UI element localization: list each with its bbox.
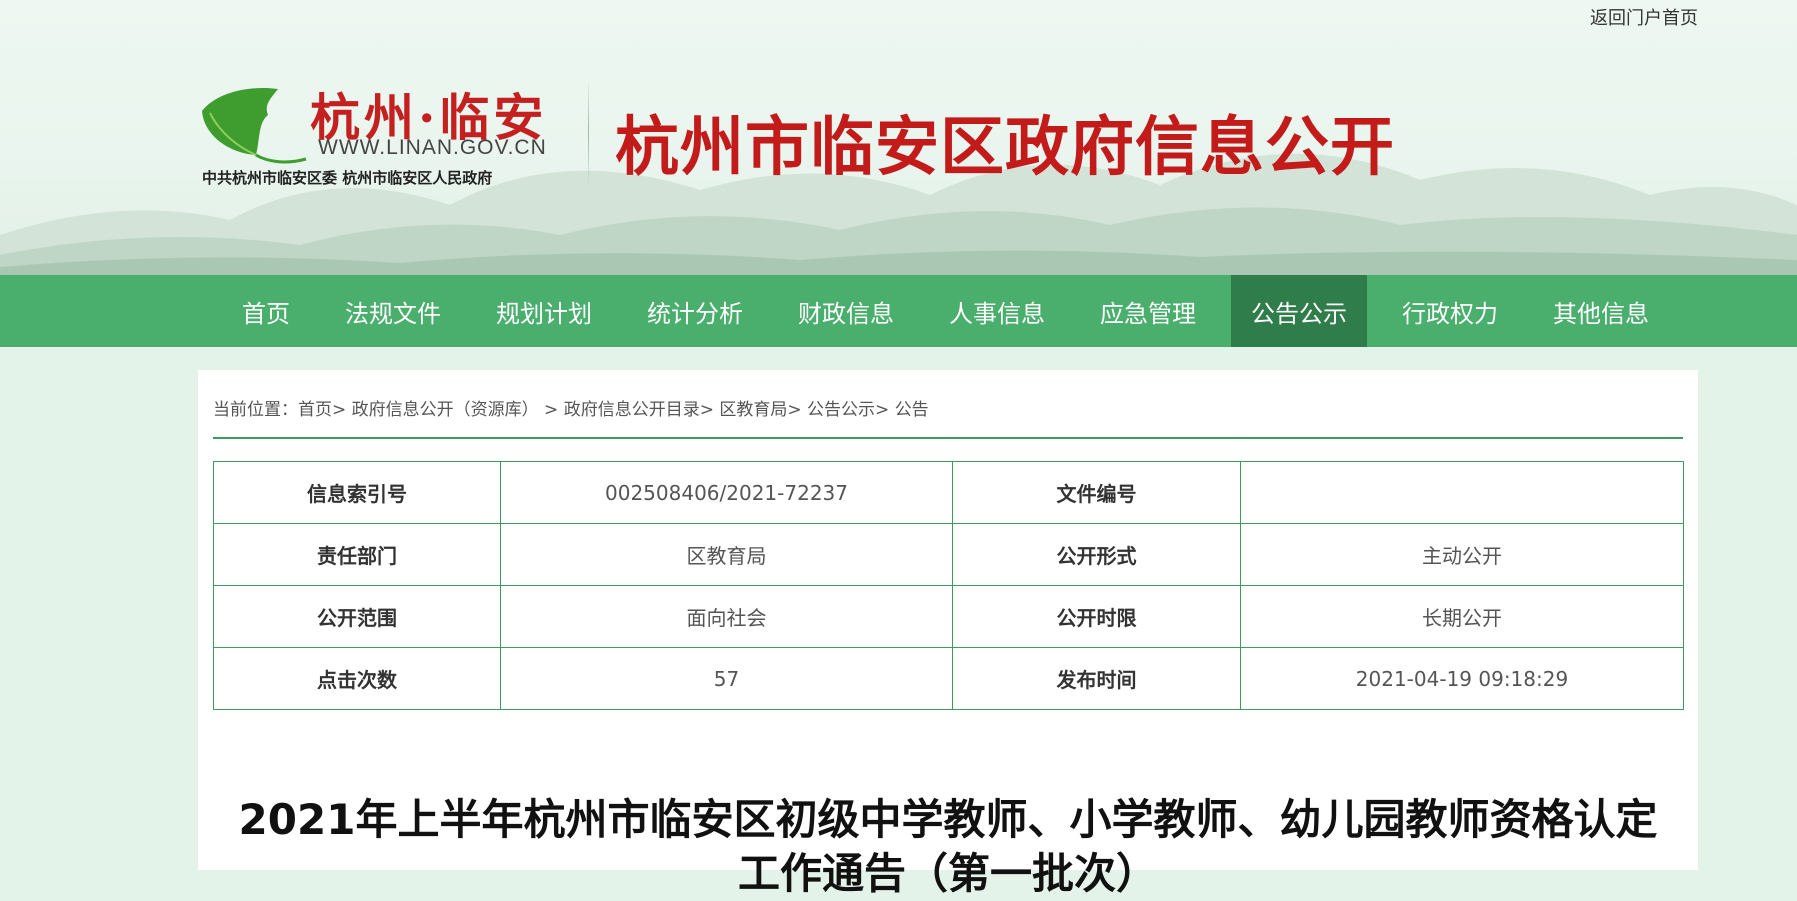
- breadcrumb-notice[interactable]: 公告: [895, 400, 929, 420]
- breadcrumb-announcements[interactable]: 公告公示: [807, 400, 875, 420]
- meta-key: 责任部门: [213, 523, 501, 586]
- meta-key: 公开形式: [952, 523, 1241, 586]
- document-title-line-2: 工作通告（第一批次）: [737, 849, 1158, 899]
- breadcrumb: 当前位置：首页> 政府信息公开（资源库） > 政府信息公开目录> 区教育局> 公…: [213, 400, 929, 420]
- meta-value: 长期公开: [1240, 585, 1684, 648]
- meta-key: 公开时限: [952, 585, 1241, 648]
- document-title-line-1: 2021年上半年杭州市临安区初级中学教师、小学教师、幼儿园教师资格认定: [238, 795, 1658, 845]
- breadcrumb-disclosure-catalog[interactable]: 政府信息公开目录: [564, 400, 700, 420]
- nav-item-announcements[interactable]: 公告公示: [1231, 275, 1367, 347]
- meta-value: 面向社会: [500, 585, 953, 648]
- nav-item-personnel[interactable]: 人事信息: [929, 275, 1065, 347]
- logo-url-text: WWW.LINAN.GOV.CN: [318, 136, 547, 159]
- meta-key: 公开范围: [213, 585, 501, 648]
- site-logo[interactable]: 杭州·临安 WWW.LINAN.GOV.CN 中共杭州市临安区委 杭州市临安区人…: [198, 78, 578, 193]
- logo-divider: [588, 78, 589, 188]
- logo-organizations: 中共杭州市临安区委 杭州市临安区人民政府: [202, 169, 493, 187]
- meta-value: 主动公开: [1240, 523, 1684, 586]
- breadcrumb-home[interactable]: 首页: [298, 400, 332, 420]
- table-row: 信息索引号 002508406/2021-72237 文件编号: [213, 461, 1684, 524]
- site-title: 杭州市临安区政府信息公开: [615, 110, 1395, 185]
- nav-item-other-info[interactable]: 其他信息: [1533, 275, 1669, 347]
- meta-key: 发布时间: [952, 647, 1241, 710]
- nav-item-regulations[interactable]: 法规文件: [325, 275, 461, 347]
- breadcrumb-prefix: 当前位置：: [213, 400, 298, 420]
- meta-value: [1240, 461, 1684, 524]
- content-panel: 当前位置：首页> 政府信息公开（资源库） > 政府信息公开目录> 区教育局> 公…: [198, 370, 1698, 898]
- table-row: 点击次数 57 发布时间 2021-04-19 09:18:29: [213, 647, 1684, 710]
- return-portal-home-link[interactable]: 返回门户首页: [1590, 4, 1698, 30]
- ginkgo-leaf-icon: [202, 87, 307, 164]
- table-row: 责任部门 区教育局 公开形式 主动公开: [213, 523, 1684, 586]
- meta-key: 点击次数: [213, 647, 501, 710]
- nav-item-statistics[interactable]: 统计分析: [627, 275, 763, 347]
- meta-value: 57: [500, 647, 953, 710]
- breadcrumb-info-disclosure[interactable]: 政府信息公开（资源库）: [352, 400, 539, 420]
- meta-value: 区教育局: [500, 523, 953, 586]
- meta-value: 002508406/2021-72237: [500, 461, 953, 524]
- meta-value: 2021-04-19 09:18:29: [1240, 647, 1684, 710]
- main-nav: 首页 法规文件 规划计划 统计分析 财政信息 人事信息 应急管理 公告公示 行政…: [0, 275, 1797, 347]
- document-metadata-table: 信息索引号 002508406/2021-72237 文件编号 责任部门 区教育…: [213, 461, 1684, 710]
- table-row: 公开范围 面向社会 公开时限 长期公开: [213, 585, 1684, 648]
- nav-item-finance[interactable]: 财政信息: [778, 275, 914, 347]
- breadcrumb-education-bureau[interactable]: 区教育局: [719, 400, 787, 420]
- document-title: 2021年上半年杭州市临安区初级中学教师、小学教师、幼儿园教师资格认定 工作通告…: [198, 793, 1698, 901]
- nav-item-home[interactable]: 首页: [222, 275, 310, 347]
- nav-item-emergency[interactable]: 应急管理: [1080, 275, 1216, 347]
- site-header: 返回门户首页 杭州·临安 WWW.LINAN.GOV.CN 中共杭州市临安区委 …: [0, 0, 1797, 275]
- meta-key: 文件编号: [952, 461, 1241, 524]
- nav-item-administrative-power[interactable]: 行政权力: [1382, 275, 1518, 347]
- breadcrumb-divider: [213, 437, 1683, 439]
- nav-item-plans[interactable]: 规划计划: [476, 275, 612, 347]
- meta-key: 信息索引号: [213, 461, 501, 524]
